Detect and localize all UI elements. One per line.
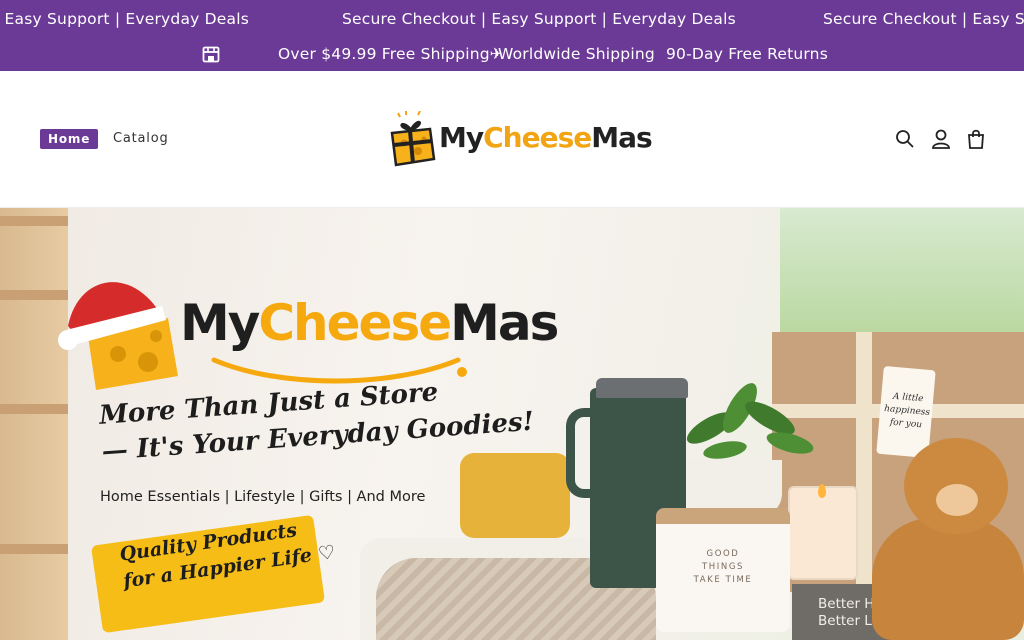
logo-wordmark: MyCheeseMas: [439, 121, 653, 154]
gift-tag-text: A little happiness for you: [883, 391, 931, 431]
announcement-bar: | Easy Support | Everyday Deals Secure C…: [0, 0, 1024, 71]
cart-icon[interactable]: [965, 128, 987, 150]
santa-cheese-icon: [58, 282, 178, 390]
candle: [788, 486, 858, 580]
marquee-item: Secure Checkout | Easy Su: [823, 10, 1024, 28]
nav-link-home[interactable]: Home: [40, 129, 99, 149]
shipping-info: Over $49.99 Free Shipping✈ Worldwide Shi…: [0, 38, 1024, 71]
hero-banner[interactable]: MyCheeseMas More Than Just a Store — It'…: [0, 208, 1024, 640]
plant-decoration: [686, 383, 814, 459]
site-logo[interactable]: MyCheeseMas: [388, 105, 653, 169]
marquee-item: | Easy Support | Everyday Deals: [0, 10, 250, 28]
account-icon[interactable]: [930, 128, 952, 150]
search-icon[interactable]: [894, 128, 916, 150]
site-header: Home Catalog MyCheeseMas: [0, 71, 1024, 208]
hero-categories: Home Essentials | Lifestyle | Gifts | An…: [100, 489, 426, 505]
free-shipping-text: Over $49.99 Free Shipping✈: [278, 45, 503, 63]
teddy-bear: [872, 518, 1024, 640]
marquee-item: Secure Checkout | Easy Support | Everyda…: [342, 10, 736, 28]
pillow-decoration: [460, 453, 570, 538]
worldwide-shipping-text: Worldwide Shipping: [498, 45, 655, 63]
window-decoration: [780, 208, 1024, 338]
free-returns-text: 90-Day Free Returns: [666, 45, 828, 63]
announcement-marquee: | Easy Support | Everyday Deals Secure C…: [0, 0, 1024, 38]
hero-brand-wordmark: MyCheeseMas: [180, 294, 559, 352]
jar-text: GOOD THINGS TAKE TIME: [693, 549, 753, 585]
nav-link-catalog[interactable]: Catalog: [113, 129, 169, 149]
gift-cheese-icon: [390, 111, 436, 167]
